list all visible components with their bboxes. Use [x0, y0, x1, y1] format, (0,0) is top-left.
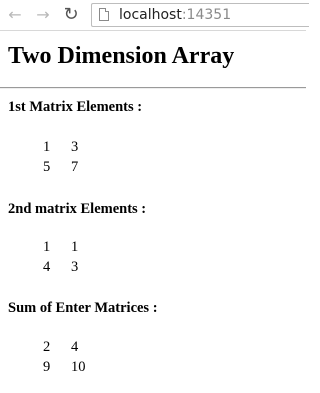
matrix2-heading: 2nd matrix Elements : — [8, 201, 147, 217]
arrow-left-icon[interactable]: ← — [6, 6, 24, 24]
matrix-cell: 4 — [43, 259, 51, 275]
sum-heading: Sum of Enter Matrices : — [8, 300, 158, 316]
reload-icon[interactable]: ↻ — [62, 6, 80, 24]
matrix-row: 11 — [43, 237, 99, 257]
matrix-cell: 1 — [43, 139, 51, 155]
matrix-cell: 2 — [43, 339, 51, 355]
matrix1: 13 57 — [43, 137, 99, 177]
page-title: Two Dimension Array — [8, 43, 235, 69]
page-content: Two Dimension Array 1st Matrix Elements … — [0, 31, 320, 375]
url-port: :14351 — [181, 7, 232, 23]
matrix-cell: 4 — [71, 339, 79, 355]
matrix-row: 13 — [43, 137, 99, 157]
matrix-row: 57 — [43, 157, 99, 177]
matrix2: 11 43 — [43, 237, 99, 277]
matrix-cell: 10 — [71, 359, 86, 375]
address-bar[interactable]: localhost:14351 — [91, 3, 309, 27]
divider — [0, 87, 306, 89]
matrix-cell: 3 — [71, 139, 79, 155]
matrix-cell: 7 — [71, 159, 79, 175]
page-icon — [99, 8, 109, 21]
matrix-row: 9 10 — [43, 357, 99, 377]
url-text[interactable]: localhost:14351 — [119, 6, 231, 24]
matrix-cell: 9 — [43, 359, 51, 375]
matrix-cell: 1 — [71, 239, 79, 255]
arrow-right-icon[interactable]: → — [34, 6, 52, 24]
matrix-cell: 3 — [71, 259, 79, 275]
url-host: localhost — [119, 7, 182, 23]
browser-toolbar: ← → ↻ localhost:14351 — [0, 0, 309, 31]
matrix1-heading: 1st Matrix Elements : — [8, 99, 143, 115]
matrix-cell: 1 — [43, 239, 51, 255]
matrix-row: 43 — [43, 257, 99, 277]
matrix-cell: 5 — [43, 159, 51, 175]
matrix-row: 24 — [43, 337, 99, 357]
sum-matrix: 24 9 10 — [43, 337, 99, 377]
